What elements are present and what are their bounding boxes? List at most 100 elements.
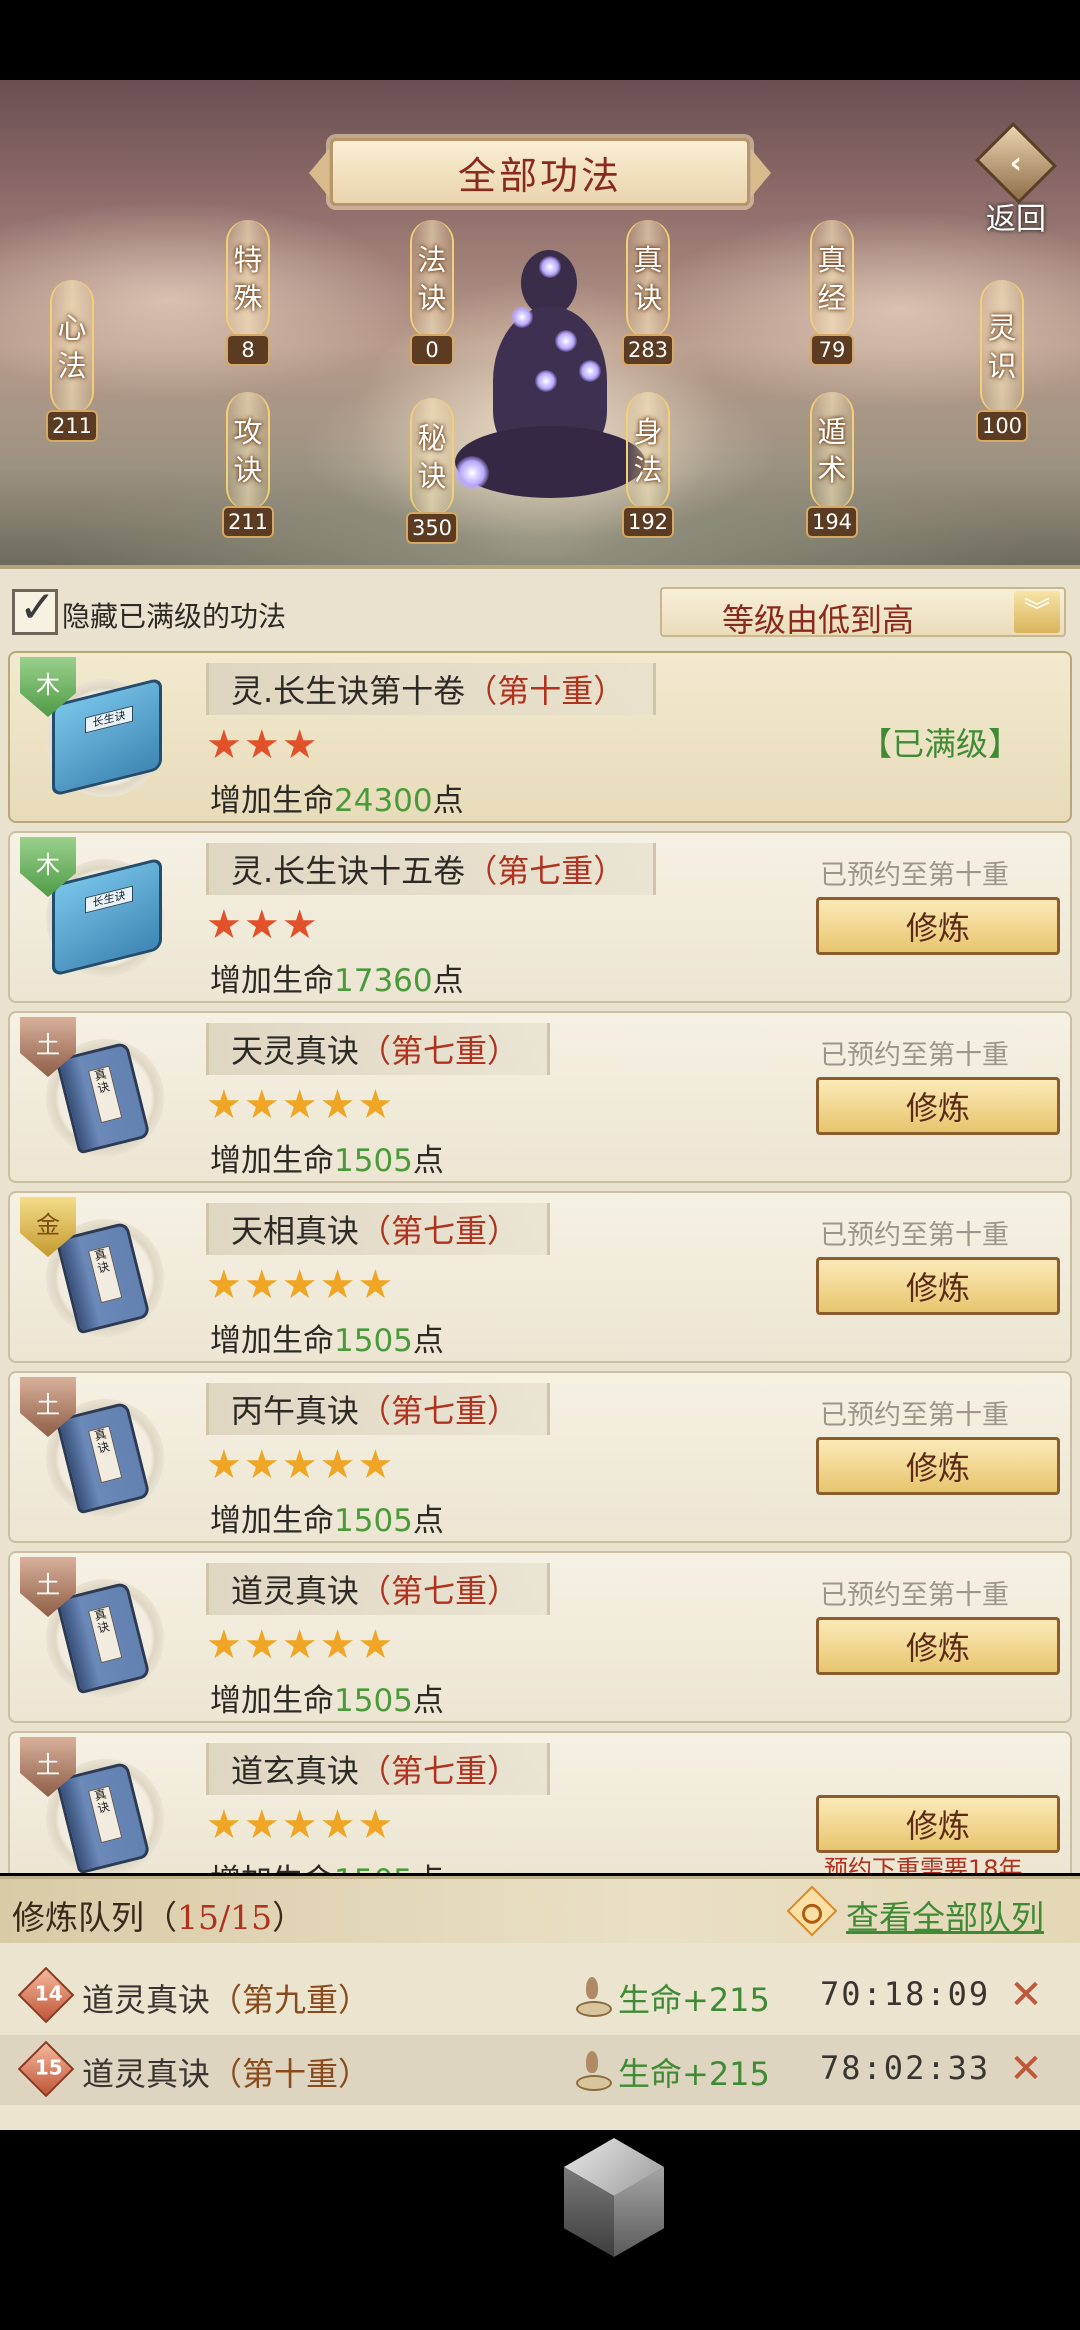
category-zhenjing[interactable]: 真 经 79 [804,220,860,366]
star-rating: ★★★ [206,722,320,768]
life-drop-icon [574,2049,612,2091]
category-mijue[interactable]: 秘 诀 350 [404,398,460,544]
view-all-queue-link[interactable]: 查看全部队列 [846,1891,1044,1939]
category-lingshi[interactable]: 灵 识 100 [974,280,1030,442]
category-count: 350 [405,512,459,544]
close-icon[interactable]: ✕ [1004,2047,1048,2091]
train-button[interactable]: 修炼 [816,1617,1060,1675]
category-dunshu[interactable]: 遁 术 194 [804,392,860,538]
reserve-status: 已预约至第十重 [820,1220,1009,1251]
skill-name-plate: 灵.长生诀第十卷 （第十重） [206,663,657,715]
queue-index-badge: 15 [17,2040,75,2098]
reserve-status: 已预约至第十重 [820,1040,1009,1071]
skill-card[interactable]: 长生诀 木 灵.长生诀十五卷 （第七重） ★★★ 增加生命17360点 已预约至第… [8,831,1072,1003]
category-teshu[interactable]: 特 殊 8 [220,220,276,366]
skill-rank: （第七重） [465,852,626,890]
queue-effect: 生命+215 [618,2055,770,2093]
skill-effect: 增加生命1505点 [210,1323,444,1359]
category-fajue[interactable]: 法 诀 0 [404,220,460,366]
skill-effect: 增加生命1505点 [210,1143,444,1179]
hide-maxed-label[interactable]: 隐藏已满级的功法 [62,595,286,635]
skill-effect: 增加生命1505点 [210,1683,444,1719]
skill-name: 灵.长生诀十五卷 [231,852,466,890]
queue-skill-name: 道灵真诀（第十重） [82,2055,371,2093]
back-arrow-icon: ‹ [974,121,1058,205]
maxed-status: 【已满级】 [860,725,1021,763]
queue-index-badge: 14 [17,1966,75,2024]
sort-value: 等级由低到高 [722,601,915,639]
page-title: 全部功法 [457,153,622,198]
skill-list-panel: ✓ 隐藏已满级的功法 等级由低到高 ︾ 长生诀 木 灵.长生诀第十卷 （第十重） … [0,565,1080,1873]
skill-card[interactable]: 真诀 土 天灵真诀 （第七重） ★★★★★ 增加生命1505点 已预约至第十重 修… [8,1011,1072,1183]
skill-name: 道灵真诀 [231,1572,360,1610]
queue-skill-name: 道灵真诀（第九重） [82,1981,371,2019]
search-icon[interactable] [786,1885,838,1937]
training-queue: 修炼队列（15/15） 查看全部队列 14 道灵真诀（第九重） 生命+215 7… [0,1876,1080,2130]
page-title-plate: 全部功法 [309,138,771,206]
skill-name: 丙午真诀 [231,1392,360,1430]
queue-row: 15 道灵真诀（第十重） 生命+215 78:02:33 ✕ [0,2035,1080,2105]
queue-title: 修炼队列（15/15） [12,1898,306,1937]
skill-rank: （第七重） [359,1212,520,1250]
skill-card[interactable]: 长生诀 木 灵.长生诀第十卷 （第十重） ★★★ 增加生命24300点 【已满级】 [8,651,1072,823]
category-xinfa[interactable]: 心 法 211 [44,280,100,442]
skill-name: 天灵真诀 [231,1032,360,1070]
skill-card[interactable]: 真诀 金 天相真诀 （第七重） ★★★★★ 增加生命1505点 已预约至第十重 修… [8,1191,1072,1363]
skill-effect: 增加生命1505点 [210,1503,444,1539]
reserve-status: 已预约至第十重 [820,1400,1009,1431]
bottom-bar [0,2130,1080,2330]
train-button[interactable]: 修炼 [816,1077,1060,1135]
category-count: 79 [810,334,854,366]
category-count: 283 [621,334,675,366]
skill-rank: （第七重） [359,1032,520,1070]
star-rating: ★★★★★ [206,1802,396,1848]
skill-name: 道玄真诀 [231,1752,360,1790]
skill-card[interactable]: 真诀 土 丙午真诀 （第七重） ★★★★★ 增加生命1505点 已预约至第十重 修… [8,1371,1072,1543]
check-icon: ✓ [19,582,56,633]
queue-timer: 70:18:09 [820,1975,991,2013]
close-icon[interactable]: ✕ [1004,1973,1048,2017]
category-count: 0 [410,334,454,366]
train-button[interactable]: 修炼 [816,897,1060,955]
category-shenfa[interactable]: 身 法 192 [620,392,676,538]
skill-rank: （第七重） [359,1752,520,1790]
skill-effect: 增加生命17360点 [210,963,464,999]
back-button[interactable]: ‹ 返回 [966,121,1066,238]
star-rating: ★★★★★ [206,1442,396,1488]
meditating-figure [455,250,645,530]
star-rating: ★★★★★ [206,1082,396,1128]
queue-timer: 78:02:33 [820,2049,991,2087]
category-count: 211 [45,410,99,442]
reserve-status: 已预约至第十重 [820,860,1009,891]
category-zhenjue[interactable]: 真 诀 283 [620,220,676,366]
skill-name: 天相真诀 [231,1212,360,1250]
skill-card[interactable]: 真诀 土 道灵真诀 （第七重） ★★★★★ 增加生命1505点 已预约至第十重 修… [8,1551,1072,1723]
star-rating: ★★★★★ [206,1262,396,1308]
skill-name-plate: 灵.长生诀十五卷 （第七重） [206,843,657,895]
cube-icon[interactable] [556,2138,672,2264]
category-count: 8 [226,334,270,366]
life-drop-icon [574,1975,612,2017]
reserve-requirement: 预约下重需要18年 [824,1855,1023,1873]
star-rating: ★★★★★ [206,1622,396,1668]
queue-row: 14 道灵真诀（第九重） 生命+215 70:18:09 ✕ [0,1961,1080,2031]
skill-rank: （第七重） [359,1392,520,1430]
skill-rank: （第七重） [359,1572,520,1610]
filter-bar: ✓ 隐藏已满级的功法 等级由低到高 ︾ [0,569,1080,649]
skill-name-plate: 丙午真诀 （第七重） [206,1383,551,1435]
star-rating: ★★★ [206,902,320,948]
train-button[interactable]: 修炼 [816,1795,1060,1853]
skill-card[interactable]: 真诀 土 道玄真诀（第七重） ★★★★★ 增加生命1505点 修炼 预约下重需要… [8,1731,1072,1873]
category-count: 192 [621,506,675,538]
category-count: 100 [975,410,1029,442]
skill-effect: 增加生命1505点 [210,1855,444,1873]
reserve-status: 已预约至第十重 [820,1580,1009,1611]
skill-name-plate: 天相真诀 （第七重） [206,1203,551,1255]
category-count: 211 [221,506,275,538]
category-gongjue[interactable]: 攻 诀 211 [220,392,276,538]
train-button[interactable]: 修炼 [816,1257,1060,1315]
skill-name: 灵.长生诀第十卷 [231,672,466,710]
hide-maxed-checkbox[interactable]: ✓ [12,582,58,635]
train-button[interactable]: 修炼 [816,1437,1060,1495]
sort-dropdown[interactable]: 等级由低到高 ︾ [660,587,1066,639]
